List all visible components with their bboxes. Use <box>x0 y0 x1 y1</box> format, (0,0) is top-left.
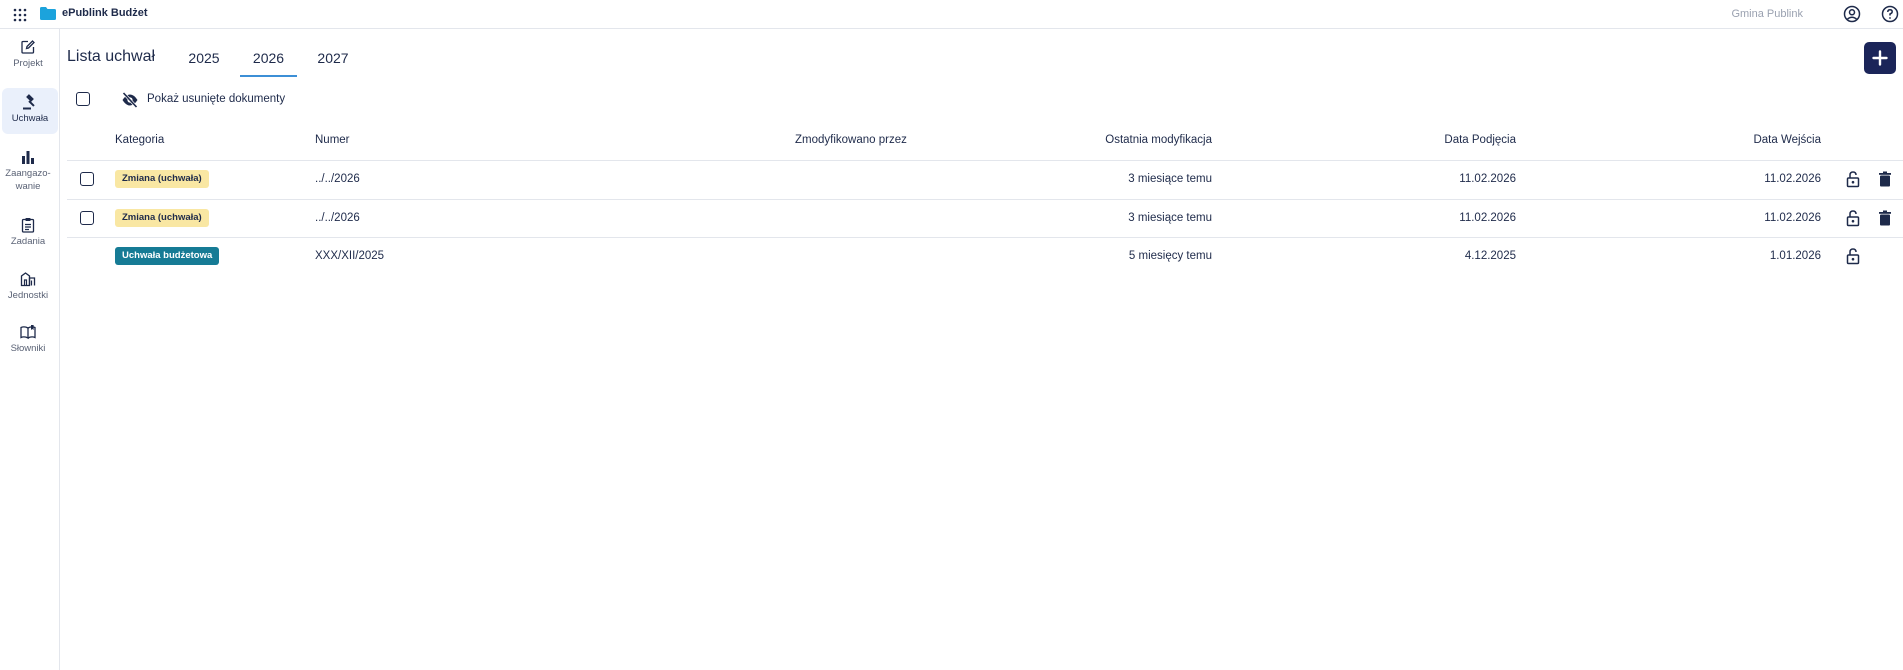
bar-chart-icon <box>22 151 34 164</box>
sidebar-item-label-line2: wanie <box>15 181 41 192</box>
row-checkbox[interactable] <box>80 211 94 225</box>
category-badge: Uchwała budżetowa <box>115 247 220 265</box>
sidebar-item-slowniki[interactable]: Słowniki <box>0 318 56 364</box>
row-divider <box>67 237 1903 238</box>
cell-data-podjecia: 11.02.2026 <box>1459 173 1516 185</box>
cell-ostatnia-modyfikacja: 5 miesięcy temu <box>1128 250 1212 262</box>
column-header-data-wejscia[interactable]: Data Wejścia <box>1753 134 1821 146</box>
trash-icon[interactable] <box>1876 170 1894 188</box>
show-deleted-toggle[interactable]: Pokaż usunięte dokumenty <box>147 93 285 105</box>
category-badge: Zmiana (uchwała) <box>115 209 209 227</box>
column-header-zmodyfikowano[interactable]: Zmodyfikowano przez <box>795 134 907 146</box>
page-title: Lista uchwał <box>67 48 156 65</box>
row-divider <box>67 199 1903 200</box>
cell-numer[interactable]: XXX/XII/2025 <box>315 250 384 262</box>
cell-ostatnia-modyfikacja: 3 miesiące temu <box>1128 212 1212 224</box>
category-badge: Zmiana (uchwała) <box>115 170 209 188</box>
sidebar-item-label: Słowniki <box>10 343 46 354</box>
sidebar-item-uchwala[interactable]: Uchwała <box>2 88 58 134</box>
cell-data-wejscia: 11.02.2026 <box>1764 173 1821 185</box>
sidebar-item-zadania[interactable]: Zadania <box>0 211 56 257</box>
book-icon <box>20 325 36 340</box>
sidebar-item-label-line1: Zaangazo- <box>5 168 51 179</box>
cell-data-podjecia: 4.12.2025 <box>1464 250 1516 262</box>
grid-icon[interactable] <box>12 7 28 23</box>
sidebar-item-label: Zadania <box>10 236 46 247</box>
trash-icon[interactable] <box>1876 209 1894 227</box>
column-header-kategoria[interactable]: Kategoria <box>115 134 164 146</box>
edit-icon <box>21 40 35 54</box>
sidebar-item-label: Projekt <box>13 58 43 69</box>
gavel-icon <box>23 94 35 110</box>
row-divider <box>67 160 1903 161</box>
unlock-icon[interactable] <box>1844 170 1862 188</box>
sidebar-item-zaangazowanie[interactable]: Zaangazo- wanie <box>0 143 56 195</box>
cell-data-wejscia: 1.01.2026 <box>1769 250 1821 262</box>
organization-name[interactable]: Gmina Publink <box>1731 8 1803 20</box>
cell-data-podjecia: 11.02.2026 <box>1459 212 1516 224</box>
eye-off-icon[interactable] <box>121 91 139 109</box>
plus-icon <box>1872 50 1888 66</box>
building-icon <box>20 272 36 287</box>
help-icon[interactable] <box>1881 5 1899 23</box>
add-button[interactable] <box>1864 42 1896 74</box>
cell-ostatnia-modyfikacja: 3 miesiące temu <box>1128 173 1212 185</box>
sidebar-item-label: Jednostki <box>7 290 49 301</box>
sidebar: Projekt Uchwała Zaangazo- wanie Zadania … <box>0 29 60 670</box>
tab-2026[interactable]: 2026 <box>240 42 297 77</box>
tab-2027[interactable]: 2027 <box>312 42 354 77</box>
user-circle-icon[interactable] <box>1843 5 1861 23</box>
clipboard-icon <box>21 218 35 233</box>
column-header-ostatnia-modyfikacja[interactable]: Ostatnia modyfikacja <box>1105 134 1212 146</box>
tab-2025[interactable]: 2025 <box>183 42 225 77</box>
unlock-icon[interactable] <box>1844 247 1862 265</box>
top-bar: ePublink Budżet Gmina Publink <box>0 0 1903 29</box>
cell-data-wejscia: 11.02.2026 <box>1764 212 1821 224</box>
app-name: ePublink Budżet <box>62 7 148 19</box>
unlock-icon[interactable] <box>1844 209 1862 227</box>
sidebar-item-label: Uchwała <box>11 113 49 124</box>
folder-icon <box>40 7 56 20</box>
cell-numer[interactable]: ../../2026 <box>315 212 360 224</box>
column-header-numer[interactable]: Numer <box>315 134 350 146</box>
row-checkbox[interactable] <box>80 172 94 186</box>
sidebar-item-projekt[interactable]: Projekt <box>0 33 56 79</box>
cell-numer[interactable]: ../../2026 <box>315 173 360 185</box>
column-header-data-podjecia[interactable]: Data Podjęcia <box>1444 134 1516 146</box>
sidebar-item-jednostki[interactable]: Jednostki <box>0 265 56 311</box>
select-all-checkbox[interactable] <box>76 92 90 106</box>
